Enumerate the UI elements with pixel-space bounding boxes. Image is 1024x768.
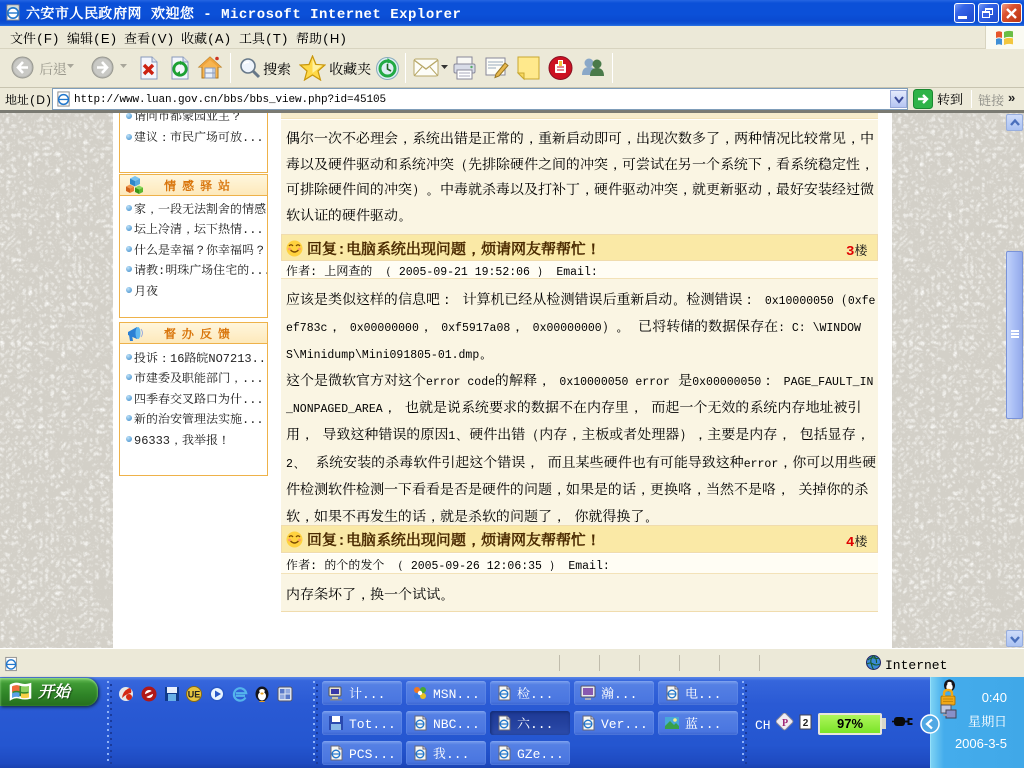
svg-text:P: P	[782, 718, 788, 729]
svg-text:UE: UE	[188, 690, 201, 700]
svg-text:2: 2	[803, 718, 809, 729]
